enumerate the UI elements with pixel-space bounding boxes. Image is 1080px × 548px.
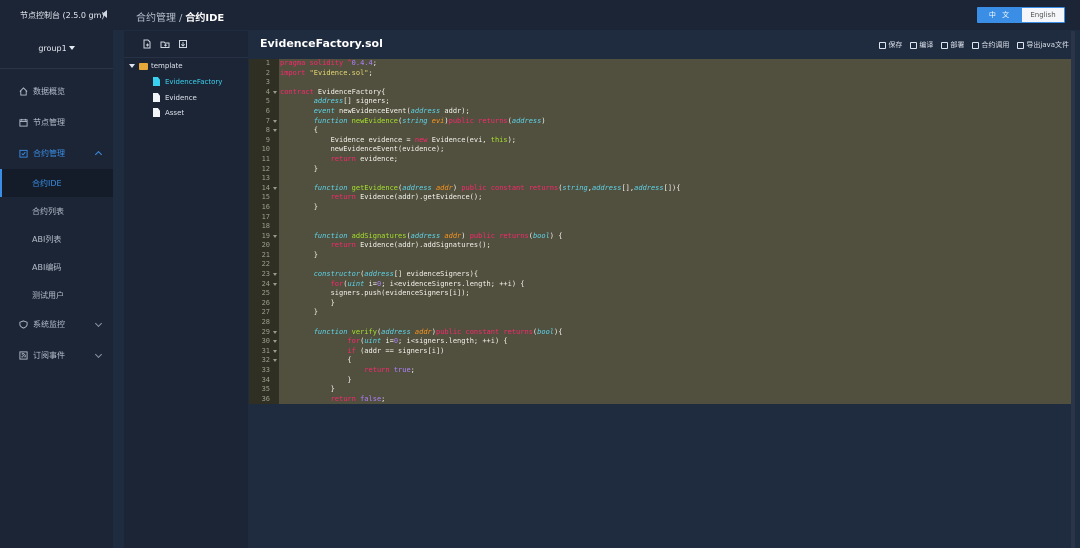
tree-folder-label: template bbox=[151, 62, 183, 70]
app-title: 节点控制台 (2.5.0 gm) bbox=[0, 0, 113, 30]
sidebar-item-contracts[interactable]: 合约管理 bbox=[0, 138, 113, 169]
lang-zh-button[interactable]: 中 文 bbox=[978, 8, 1022, 22]
home-icon bbox=[18, 87, 28, 97]
save-icon bbox=[879, 41, 887, 49]
caret-down-icon bbox=[129, 64, 135, 68]
sidebar-item-events[interactable]: 订阅事件 bbox=[0, 340, 113, 371]
collapse-sidebar-icon[interactable] bbox=[102, 10, 107, 18]
file-tree-panel: template EvidenceFactory Evidence Asset bbox=[124, 31, 248, 548]
lang-en-button[interactable]: English bbox=[1022, 8, 1064, 22]
editor-filename: EvidenceFactory.sol bbox=[260, 37, 383, 50]
group-selector[interactable]: group1 bbox=[0, 44, 113, 53]
rss-icon bbox=[18, 351, 28, 361]
breadcrumb-parent[interactable]: 合约管理 bbox=[136, 13, 176, 24]
file-icon bbox=[153, 77, 160, 86]
call-contract-button[interactable]: 合约调用 bbox=[972, 40, 1009, 50]
sidebar-divider bbox=[0, 68, 113, 69]
contract-icon bbox=[18, 149, 28, 159]
tree-file-label: EvidenceFactory bbox=[165, 77, 223, 86]
tree-file-asset[interactable]: Asset bbox=[153, 108, 184, 117]
submenu-test-users[interactable]: 测试用户 bbox=[0, 281, 113, 309]
top-bar: 合约管理 / 合约IDE 中 文 English bbox=[113, 0, 1080, 30]
group-name: group1 bbox=[38, 44, 67, 53]
send-icon bbox=[972, 41, 980, 49]
chevron-up-icon bbox=[94, 150, 103, 159]
sidebar-item-monitor[interactable]: 系统监控 bbox=[0, 309, 113, 340]
breadcrumb-separator: / bbox=[179, 13, 183, 24]
sidebar-item-label: 系统监控 bbox=[33, 320, 65, 329]
save-label: 保存 bbox=[888, 41, 903, 49]
download-icon bbox=[1017, 41, 1025, 49]
editor-panel: EvidenceFactory.sol 保存 编译 部署 合约调用 导出java… bbox=[249, 31, 1075, 548]
sidebar-item-label: 数据概览 bbox=[33, 87, 65, 96]
chevron-down-icon bbox=[94, 319, 103, 328]
sidebar: 节点控制台 (2.5.0 gm) group1 数据概览 节点管理 合约管理 合… bbox=[0, 0, 113, 548]
deploy-label: 部署 bbox=[950, 41, 965, 49]
sidebar-item-label: 订阅事件 bbox=[33, 351, 65, 360]
editor-header: EvidenceFactory.sol 保存 编译 部署 合约调用 导出java… bbox=[249, 31, 1075, 58]
compile-icon bbox=[910, 41, 918, 49]
file-icon bbox=[153, 108, 160, 117]
export-java-button[interactable]: 导出java文件 bbox=[1017, 40, 1069, 50]
save-button[interactable]: 保存 bbox=[879, 40, 902, 50]
export-java-label: 导出java文件 bbox=[1026, 41, 1069, 49]
submenu-abi-encode[interactable]: ABI编码 bbox=[0, 253, 113, 281]
sidebar-item-label: 节点管理 bbox=[33, 118, 65, 127]
compile-label: 编译 bbox=[919, 41, 934, 49]
compile-button[interactable]: 编译 bbox=[910, 40, 933, 50]
tree-folder-template[interactable]: template bbox=[129, 62, 183, 70]
tree-file-evidence[interactable]: Evidence bbox=[153, 93, 197, 102]
submenu-contract-list[interactable]: 合约列表 bbox=[0, 197, 113, 225]
new-file-icon[interactable] bbox=[142, 39, 152, 49]
code-editor[interactable]: 1 2 3 4 5 6 7 8 9 10 11 12 13 14 15 16 17 18 19 20 21 22 23 24 2… bbox=[249, 59, 1075, 404]
editor-actions: 保存 编译 部署 合约调用 导出java文件 bbox=[879, 40, 1069, 50]
deploy-button[interactable]: 部署 bbox=[941, 40, 964, 50]
import-icon[interactable] bbox=[178, 39, 188, 49]
app-title-text: 节点控制台 (2.5.0 gm) bbox=[20, 10, 105, 20]
language-switch: 中 文 English bbox=[977, 7, 1065, 23]
tree-toolbar bbox=[124, 31, 248, 58]
page-scrollbar[interactable] bbox=[1071, 31, 1075, 548]
grid-icon bbox=[941, 41, 949, 49]
tree-file-label: Evidence bbox=[165, 93, 197, 102]
tree-file-label: Asset bbox=[165, 108, 185, 117]
sidebar-item-overview[interactable]: 数据概览 bbox=[0, 76, 113, 107]
breadcrumb: 合约管理 / 合约IDE bbox=[136, 9, 224, 24]
sidebar-menu: 数据概览 节点管理 合约管理 合约IDE 合约列表 ABI列表 ABI编码 测试… bbox=[0, 76, 113, 371]
sidebar-item-nodes[interactable]: 节点管理 bbox=[0, 107, 113, 138]
line-gutter: 1 2 3 4 5 6 7 8 9 10 11 12 13 14 15 16 17 18 19 20 21 22 23 24 2… bbox=[249, 59, 279, 404]
call-contract-label: 合约调用 bbox=[981, 41, 1010, 49]
submenu-abi-list[interactable]: ABI列表 bbox=[0, 225, 113, 253]
sidebar-item-label: 合约管理 bbox=[33, 149, 65, 158]
calendar-icon bbox=[18, 118, 28, 128]
folder-icon bbox=[139, 62, 148, 70]
breadcrumb-current: 合约IDE bbox=[185, 13, 225, 24]
submenu-contract-ide[interactable]: 合约IDE bbox=[0, 169, 113, 197]
code-lines[interactable]: pragma solidity ^0.4.4; import "Evidence… bbox=[279, 59, 1075, 404]
tree-file-evidencefactory[interactable]: EvidenceFactory bbox=[153, 77, 222, 86]
new-folder-icon[interactable] bbox=[160, 39, 170, 49]
chevron-down-icon bbox=[94, 350, 103, 359]
caret-down-icon bbox=[68, 46, 75, 50]
file-icon bbox=[153, 93, 160, 102]
shield-icon bbox=[18, 320, 28, 330]
